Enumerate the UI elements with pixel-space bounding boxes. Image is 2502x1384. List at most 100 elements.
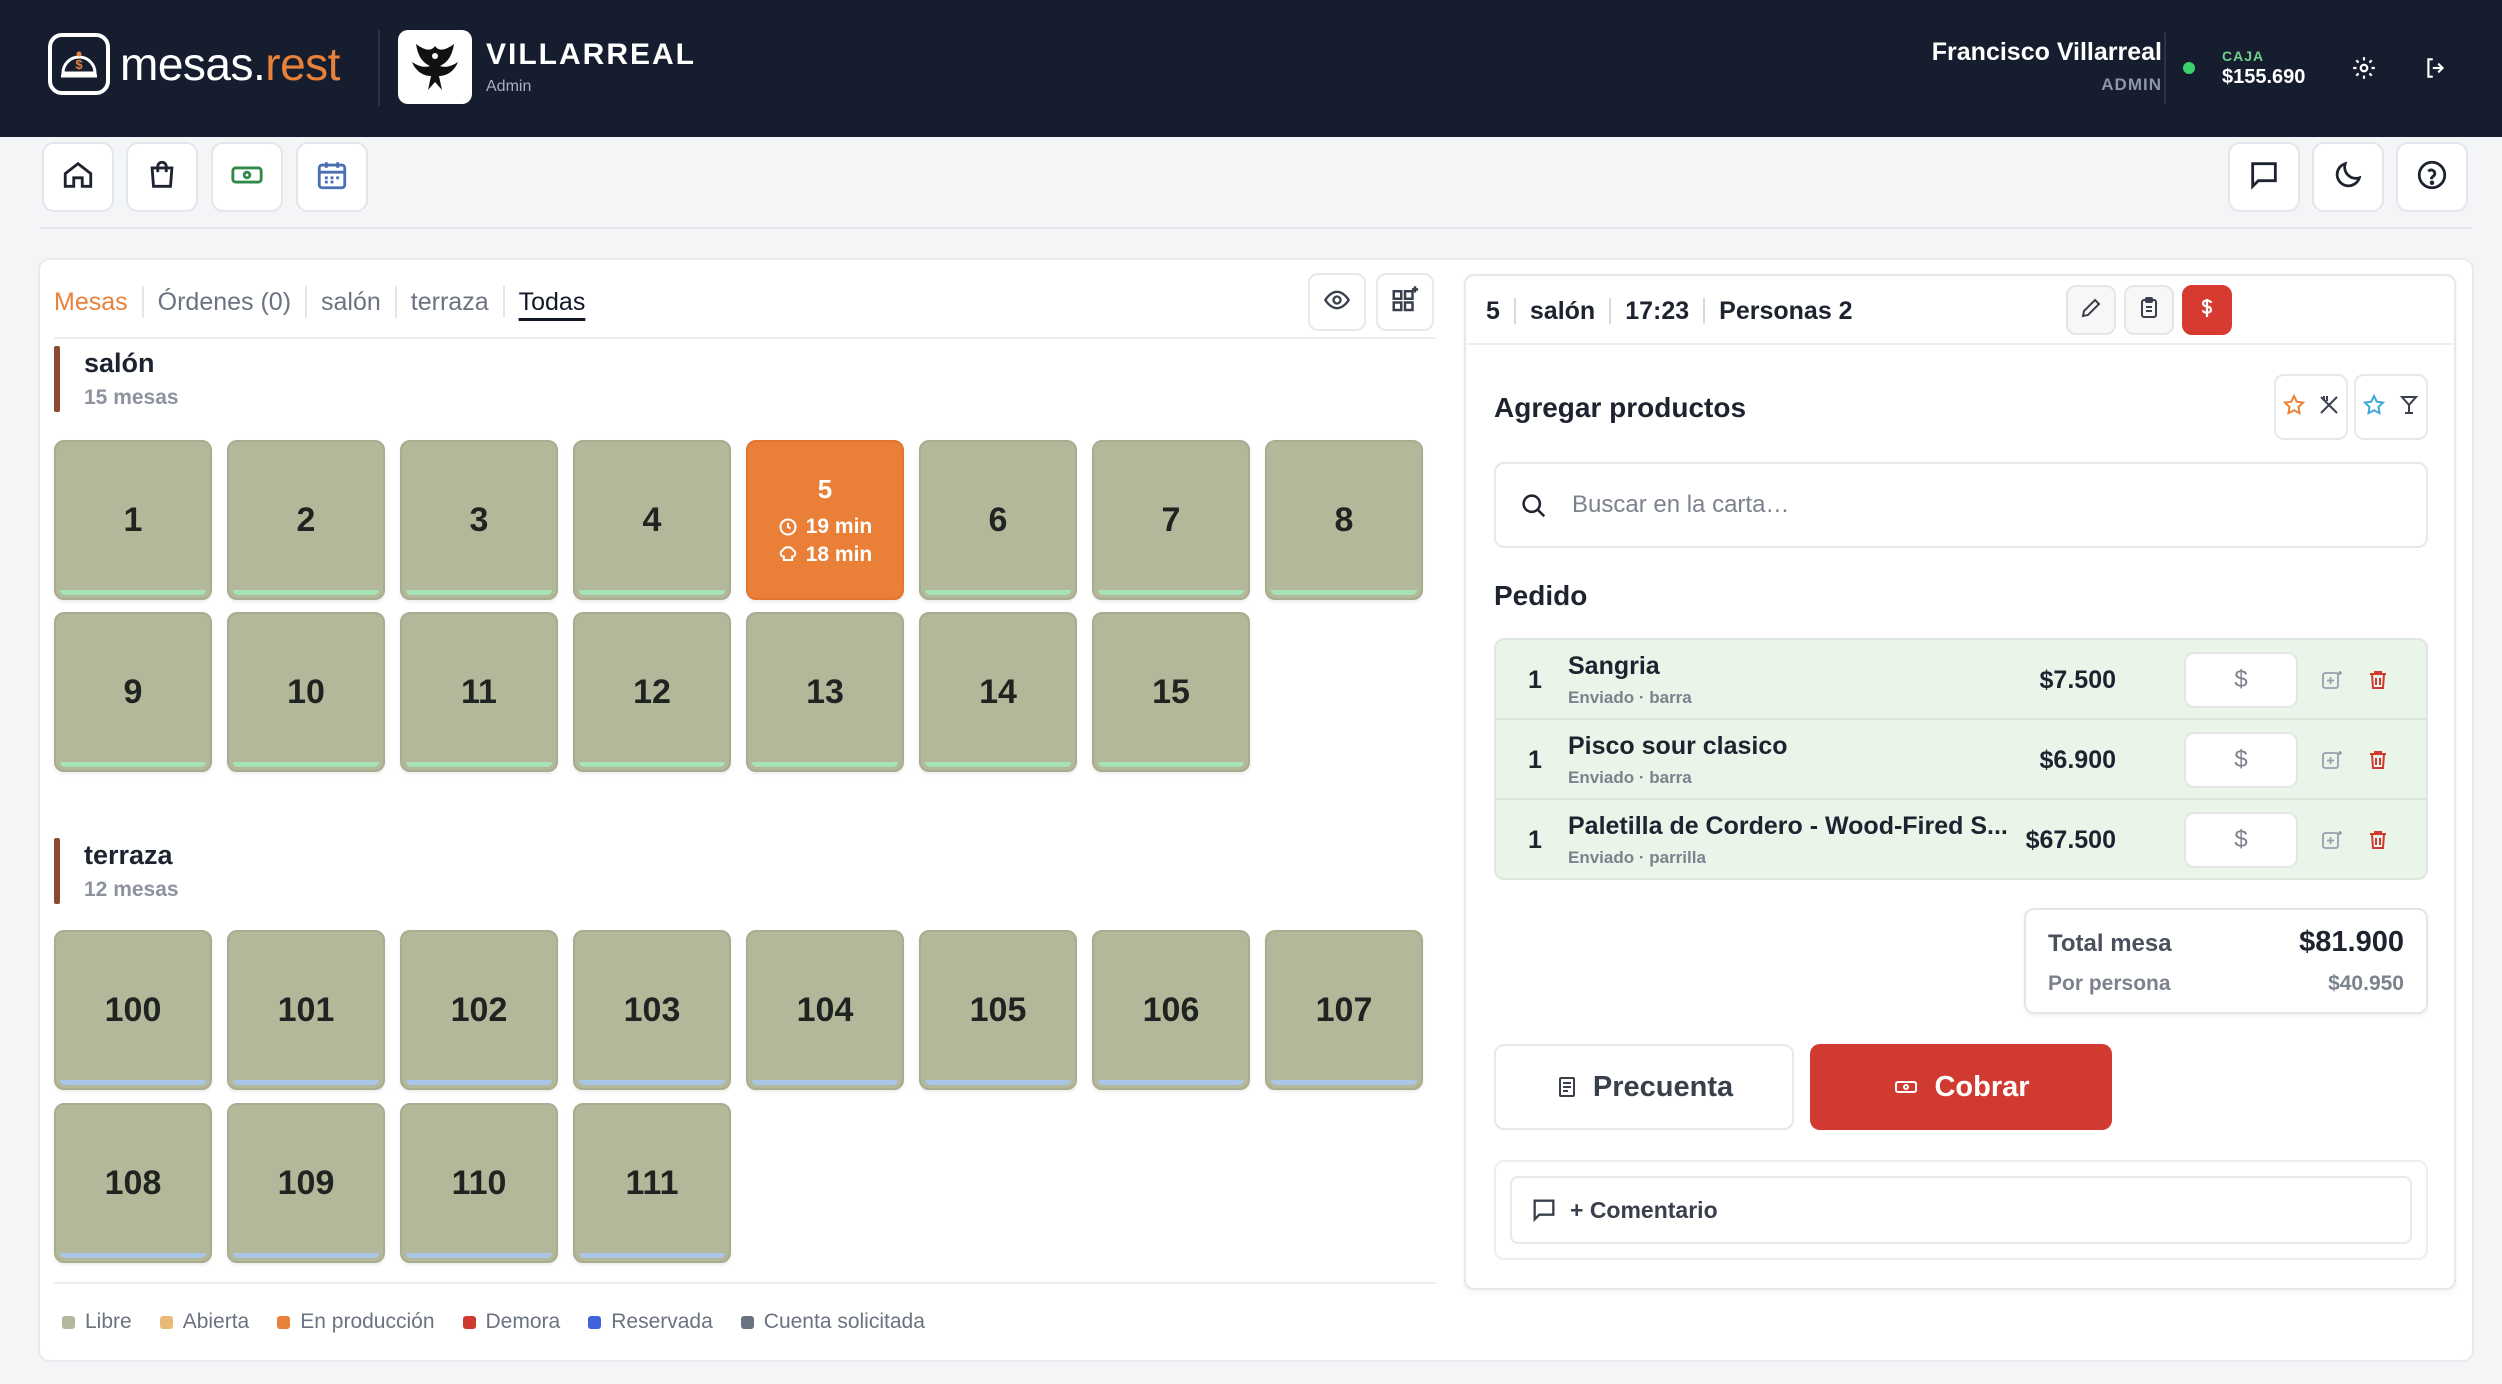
drink-favorites-filter[interactable] xyxy=(2354,374,2428,440)
plus-square-icon[interactable] xyxy=(2318,666,2346,694)
table-111[interactable]: 111 xyxy=(573,1103,731,1263)
table-12[interactable]: 12 xyxy=(573,612,731,772)
brand-logo[interactable]: $ mesas.rest xyxy=(48,32,340,96)
table-5-active[interactable]: 5 19 min 18 min xyxy=(746,440,904,600)
table-9[interactable]: 9 xyxy=(54,612,212,772)
svg-text:$: $ xyxy=(75,57,83,72)
messages-button[interactable] xyxy=(2228,142,2300,212)
table-status-stripe xyxy=(579,1080,725,1085)
pay-quick-button[interactable] xyxy=(2182,285,2232,335)
table-status-stripe xyxy=(1271,590,1417,595)
table-102[interactable]: 102 xyxy=(400,930,558,1090)
table-14[interactable]: 14 xyxy=(919,612,1077,772)
plus-square-icon[interactable] xyxy=(2318,826,2346,854)
table-status-stripe xyxy=(579,1253,725,1258)
precuenta-button[interactable]: Precuenta xyxy=(1494,1044,1794,1130)
cash-button[interactable] xyxy=(211,142,283,212)
order-table-number: 5 xyxy=(1486,296,1500,325)
table-108[interactable]: 108 xyxy=(54,1103,212,1263)
menu-search-box[interactable] xyxy=(1494,462,2428,548)
table-7[interactable]: 7 xyxy=(1092,440,1250,600)
calendar-button[interactable] xyxy=(296,142,368,212)
table-number: 2 xyxy=(296,500,316,539)
table-number: 12 xyxy=(633,672,671,711)
table-101[interactable]: 101 xyxy=(227,930,385,1090)
pedido-title: Pedido xyxy=(1494,580,1588,611)
item-price: $67.500 xyxy=(2025,826,2116,854)
user-info[interactable]: Francisco Villarreal ADMIN xyxy=(1932,38,2162,95)
table-106[interactable]: 106 xyxy=(1092,930,1250,1090)
table-110[interactable]: 110 xyxy=(400,1103,558,1263)
table-11[interactable]: 11 xyxy=(400,612,558,772)
gear-icon[interactable] xyxy=(2348,52,2380,84)
table-8[interactable]: 8 xyxy=(1265,440,1423,600)
help-button[interactable] xyxy=(2396,142,2468,212)
order-item-row[interactable]: 1 Paletilla de Cordero - Wood-Fired S...… xyxy=(1496,800,2426,878)
food-favorites-filter[interactable] xyxy=(2274,374,2348,440)
status-legend: Libre Abierta En producción Demora Reser… xyxy=(62,1310,953,1334)
tab-salon[interactable]: salón xyxy=(307,286,397,318)
caja-label: CAJA xyxy=(2222,48,2265,64)
orders-button[interactable] xyxy=(126,142,198,212)
table-103[interactable]: 103 xyxy=(573,930,731,1090)
table-2[interactable]: 2 xyxy=(227,440,385,600)
table-100[interactable]: 100 xyxy=(54,930,212,1090)
trash-icon[interactable] xyxy=(2364,666,2392,694)
table-number: 105 xyxy=(969,990,1027,1029)
table-number: 4 xyxy=(642,500,662,539)
cobrar-button[interactable]: Cobrar xyxy=(1810,1044,2112,1130)
order-item-row[interactable]: 1 Pisco sour clasico Enviado · barra $6.… xyxy=(1496,720,2426,800)
table-10[interactable]: 10 xyxy=(227,612,385,772)
user-name: Francisco Villarreal xyxy=(1931,38,2162,66)
table-4[interactable]: 4 xyxy=(573,440,731,600)
clipboard-button[interactable] xyxy=(2124,285,2174,335)
table-15[interactable]: 15 xyxy=(1092,612,1250,772)
moon-icon xyxy=(2331,158,2365,197)
legend-swatch xyxy=(740,1315,754,1329)
tab-terraza[interactable]: terraza xyxy=(397,286,505,318)
venue-switcher[interactable]: VILLARREAL Admin xyxy=(398,30,696,104)
item-pay-button[interactable]: $ xyxy=(2184,652,2298,708)
table-107[interactable]: 107 xyxy=(1265,930,1423,1090)
edit-order-button[interactable] xyxy=(2066,285,2116,335)
order-item-row[interactable]: 1 Sangria Enviado · barra $7.500 $ xyxy=(1496,640,2426,720)
table-number: 110 xyxy=(451,1163,507,1202)
header-divider-right xyxy=(2164,32,2166,104)
table-6[interactable]: 6 xyxy=(919,440,1077,600)
table-status-stripe xyxy=(60,590,206,595)
dark-mode-button[interactable] xyxy=(2312,142,2384,212)
comment-icon xyxy=(1533,1199,1555,1223)
phoenix-logo-icon xyxy=(398,30,472,104)
toggle-visibility-button[interactable] xyxy=(1308,273,1366,331)
table-104[interactable]: 104 xyxy=(746,930,904,1090)
table-number: 108 xyxy=(104,1163,162,1202)
table-status-stripe xyxy=(579,590,725,595)
section-title: salón xyxy=(84,348,155,378)
section-title: terraza xyxy=(84,840,173,870)
table-status-stripe xyxy=(60,1080,206,1085)
add-comment-button[interactable]: + Comentario xyxy=(1510,1176,2412,1244)
table-status-stripe xyxy=(60,1253,206,1258)
table-105[interactable]: 105 xyxy=(919,930,1077,1090)
logout-icon[interactable] xyxy=(2420,52,2452,84)
tab-todas[interactable]: Todas xyxy=(505,286,600,318)
table-number: 6 xyxy=(988,500,1008,539)
plus-square-icon[interactable] xyxy=(2318,746,2346,774)
table-3[interactable]: 3 xyxy=(400,440,558,600)
table-109[interactable]: 109 xyxy=(227,1103,385,1263)
trash-icon[interactable] xyxy=(2364,746,2392,774)
trash-icon[interactable] xyxy=(2364,826,2392,854)
home-button[interactable] xyxy=(42,142,114,212)
tab-ordenes[interactable]: Órdenes (0) xyxy=(144,286,308,318)
tab-mesas[interactable]: Mesas xyxy=(54,286,144,318)
add-table-button[interactable] xyxy=(1376,273,1434,331)
caja-balance[interactable]: CAJA $155.690 xyxy=(2222,48,2305,89)
item-price: $6.900 xyxy=(2039,746,2116,774)
section-accent xyxy=(54,838,60,904)
item-pay-button[interactable]: $ xyxy=(2184,732,2298,788)
table-13[interactable]: 13 xyxy=(746,612,904,772)
menu-search-input[interactable] xyxy=(1572,491,2372,519)
table-1[interactable]: 1 xyxy=(54,440,212,600)
item-pay-button[interactable]: $ xyxy=(2184,812,2298,868)
item-status: Enviado · barra xyxy=(1568,688,1692,707)
